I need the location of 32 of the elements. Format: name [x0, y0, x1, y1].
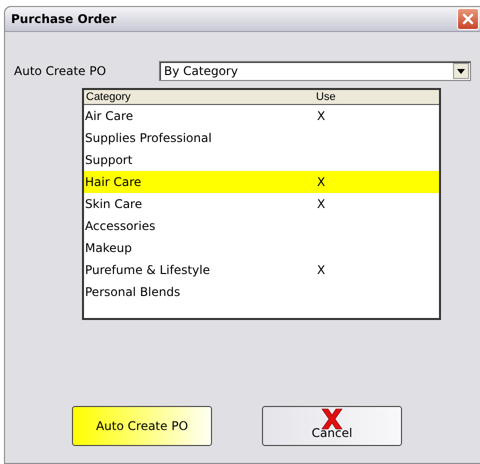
category-cell-text: Makeup: [84, 241, 133, 255]
use-cell-text: X: [316, 197, 326, 211]
column-header: Category: [85, 90, 132, 104]
window-title: Purchase Order: [11, 12, 116, 26]
list-row[interactable]: Hair Care X: [84, 171, 439, 193]
category-cell-text: Purefume & Lifestyle: [84, 263, 211, 277]
use-cell-text: X: [316, 109, 326, 123]
field-label: Auto Create PO: [14, 64, 108, 78]
list-row[interactable]: Purefume & Lifestyle X: [84, 259, 439, 281]
list-row[interactable]: Supplies Professional: [84, 127, 439, 149]
category-cell-text: Personal Blends: [84, 285, 182, 299]
list-row[interactable]: Personal Blends: [84, 281, 439, 303]
column-header: Use: [315, 90, 337, 104]
category-cell-text: Skin Care: [84, 197, 144, 211]
category-cell-text: Support: [84, 153, 134, 167]
close-button[interactable]: [457, 8, 479, 30]
dropdown-value: By Category: [163, 64, 238, 78]
category-dropdown[interactable]: By Category: [159, 61, 471, 81]
list-row[interactable]: Air Care X: [84, 105, 439, 127]
category-cell-text: Air Care: [84, 109, 134, 123]
close-icon: [462, 13, 474, 25]
category-cell-text: Hair Care: [84, 175, 142, 189]
use-cell-text: X: [316, 263, 326, 277]
list-row[interactable]: Support: [84, 149, 439, 171]
use-cell-text: X: [316, 175, 326, 189]
category-cell-text: Accessories: [84, 219, 156, 233]
list-row[interactable]: Makeup: [84, 237, 439, 259]
list-row[interactable]: Accessories: [84, 215, 439, 237]
list-row[interactable]: Skin Care X: [84, 193, 439, 215]
cancel-button[interactable]: Cancel: [262, 406, 402, 446]
auto-create-button[interactable]: Auto Create PO: [72, 406, 212, 446]
category-cell-text: Supplies Professional: [84, 131, 213, 145]
